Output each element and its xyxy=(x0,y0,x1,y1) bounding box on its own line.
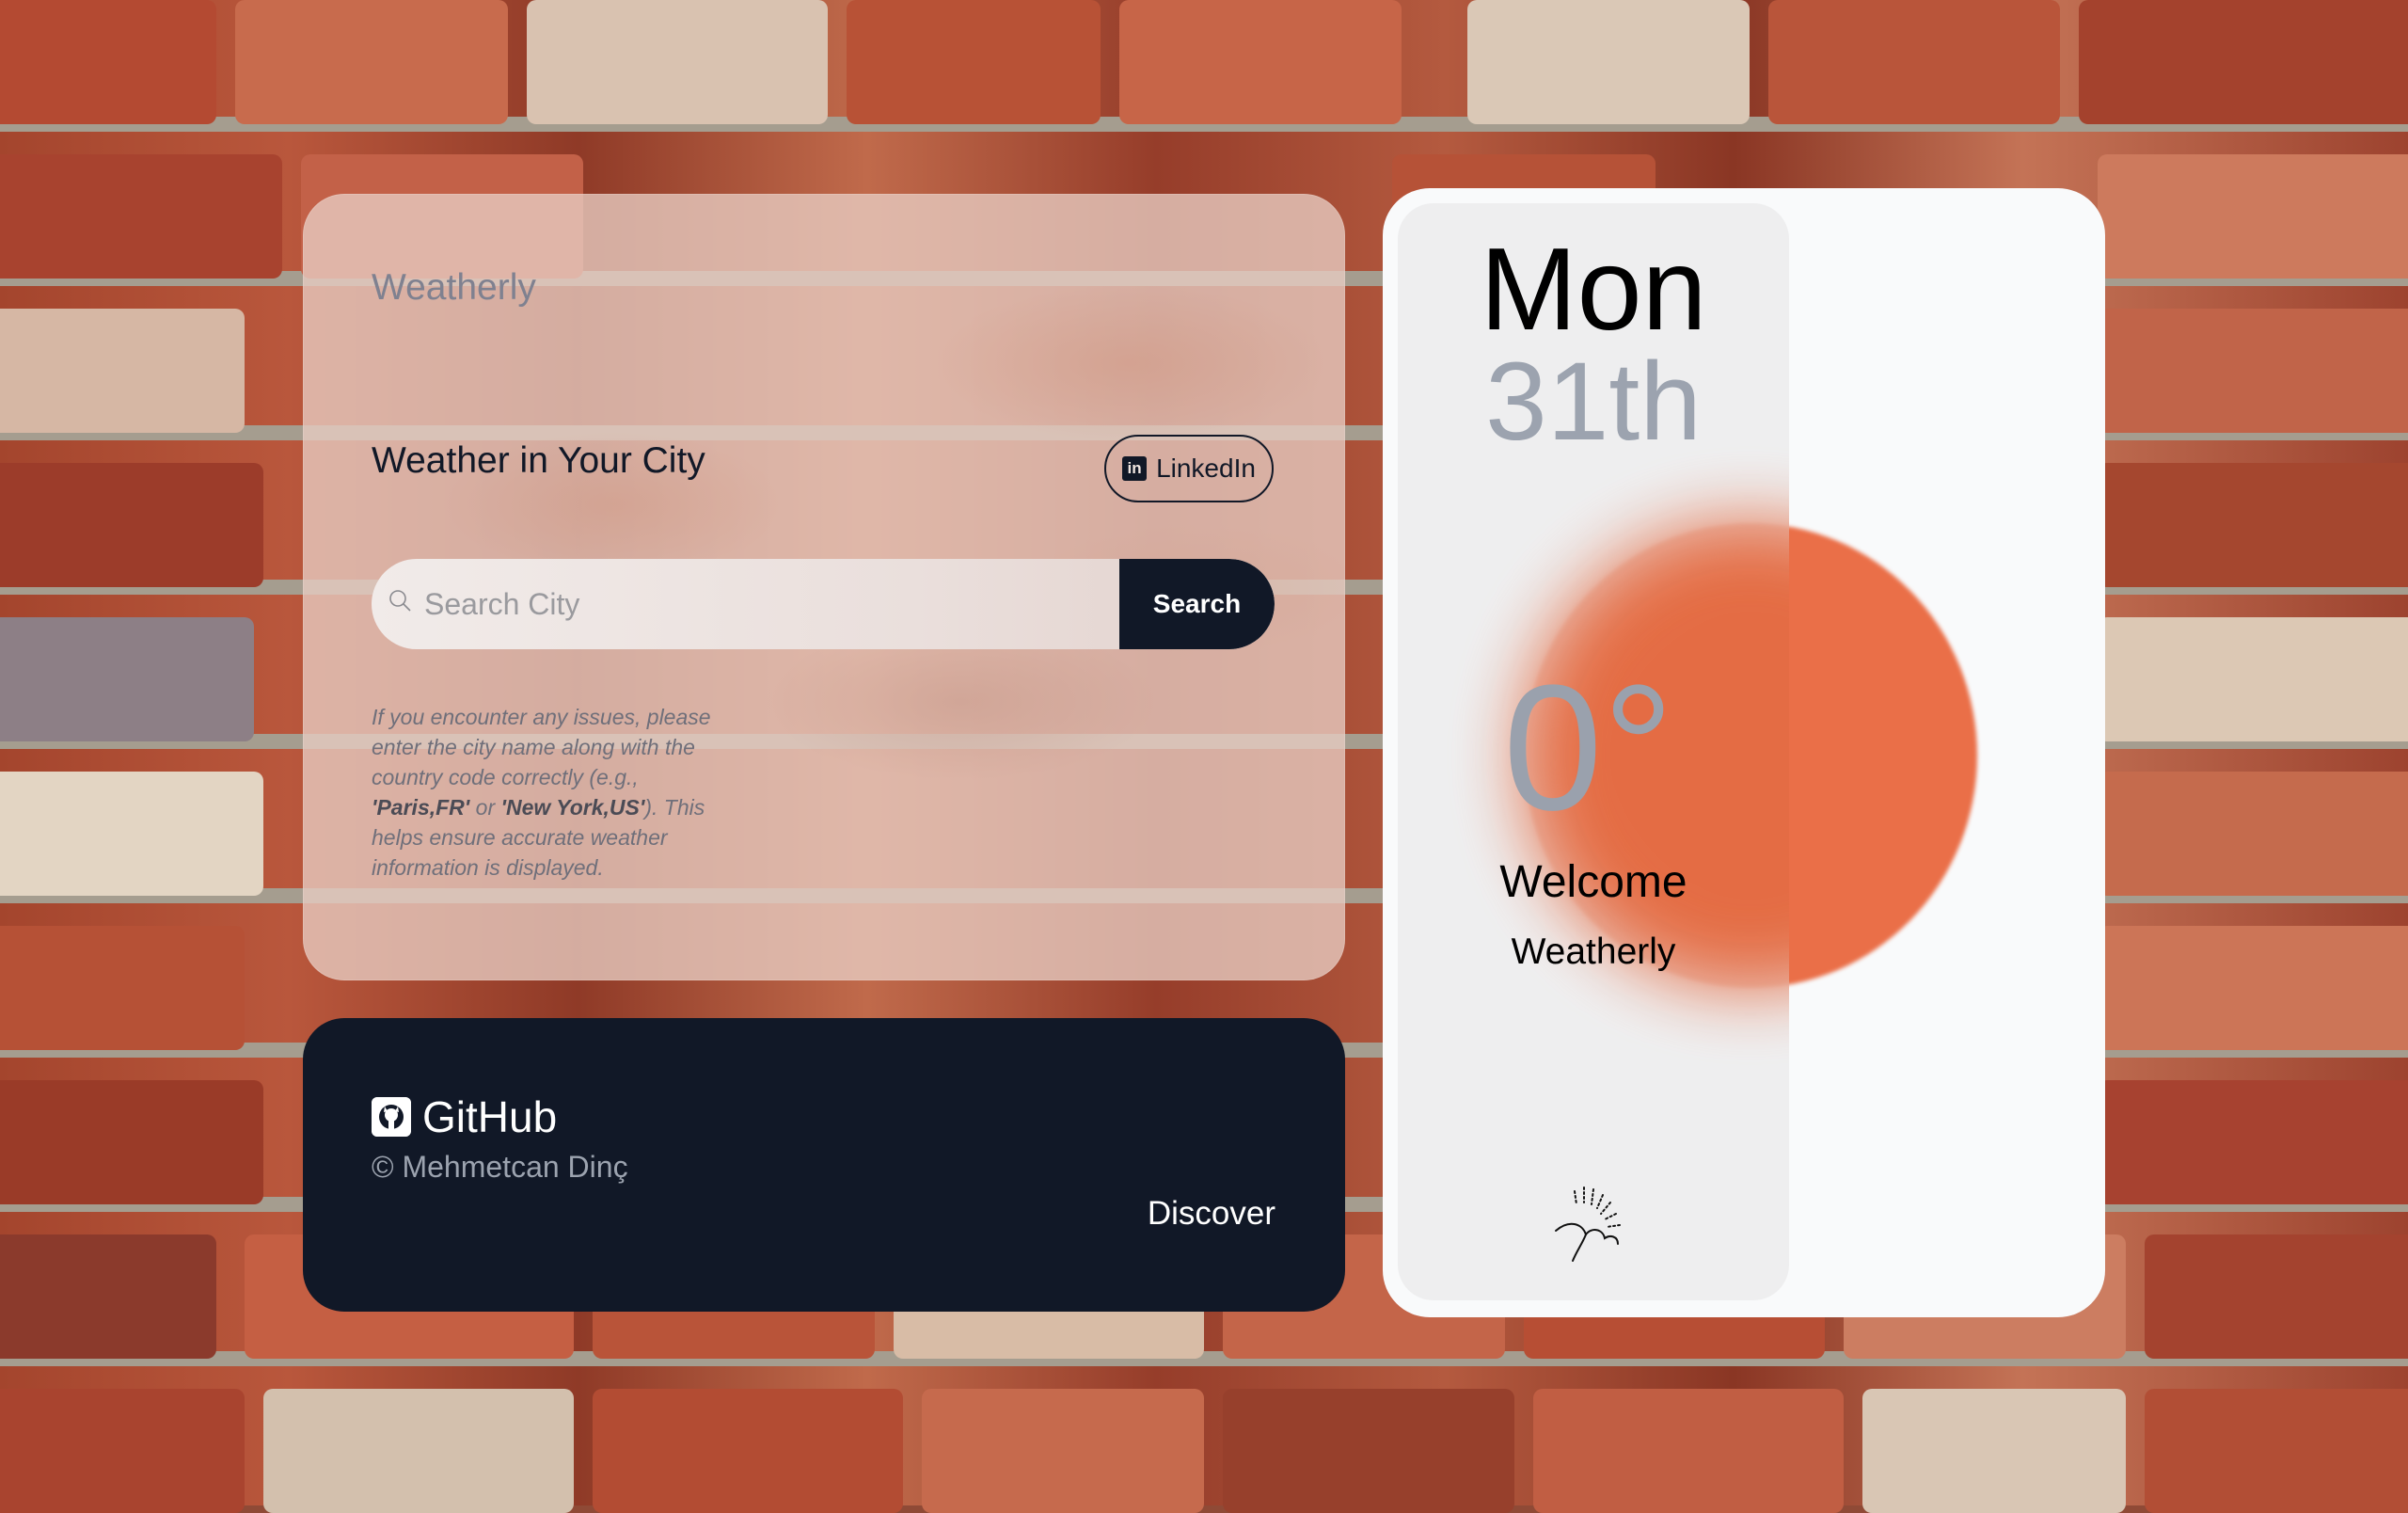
page-title: Weather in Your City xyxy=(372,440,705,481)
subtitle-text: Weatherly xyxy=(1511,932,1676,972)
notice-example-1: 'Paris,FR' xyxy=(372,795,470,820)
usage-notice: If you encounter any issues, please ente… xyxy=(372,702,729,883)
brand-logo-text: Weatherly xyxy=(372,267,536,308)
welcome-text: Welcome xyxy=(1499,857,1687,907)
notice-example-2: 'New York,US' xyxy=(500,795,645,820)
notice-text-2: or xyxy=(469,795,501,820)
day-date: 31th xyxy=(1485,340,1702,464)
weather-search-card: Weatherly Weather in Your City in Linked… xyxy=(303,194,1345,980)
linkedin-button[interactable]: in LinkedIn xyxy=(1104,435,1274,502)
github-link[interactable]: GitHub xyxy=(372,1091,557,1142)
github-icon xyxy=(372,1097,411,1137)
discover-link[interactable]: Discover xyxy=(1148,1195,1275,1233)
temperature: 0° xyxy=(1503,648,1674,848)
day-panel: Mon 31th 0° Welcome Weatherly xyxy=(1398,203,1789,1300)
copyright-text: © Mehmetcan Dinç xyxy=(372,1150,628,1184)
search-city-input[interactable] xyxy=(372,559,1119,649)
search-bar: Search xyxy=(372,559,1275,649)
notice-text-1: If you encounter any issues, please ente… xyxy=(372,705,711,789)
footer-card: GitHub © Mehmetcan Dinç Discover xyxy=(303,1018,1345,1312)
search-button[interactable]: Search xyxy=(1119,559,1275,649)
search-icon xyxy=(389,590,411,612)
day-name: Mon xyxy=(1480,225,1707,355)
linkedin-label: LinkedIn xyxy=(1156,454,1256,483)
sunrise-icon xyxy=(1555,1187,1621,1262)
github-label: GitHub xyxy=(422,1092,558,1141)
linkedin-icon: in xyxy=(1122,456,1148,481)
